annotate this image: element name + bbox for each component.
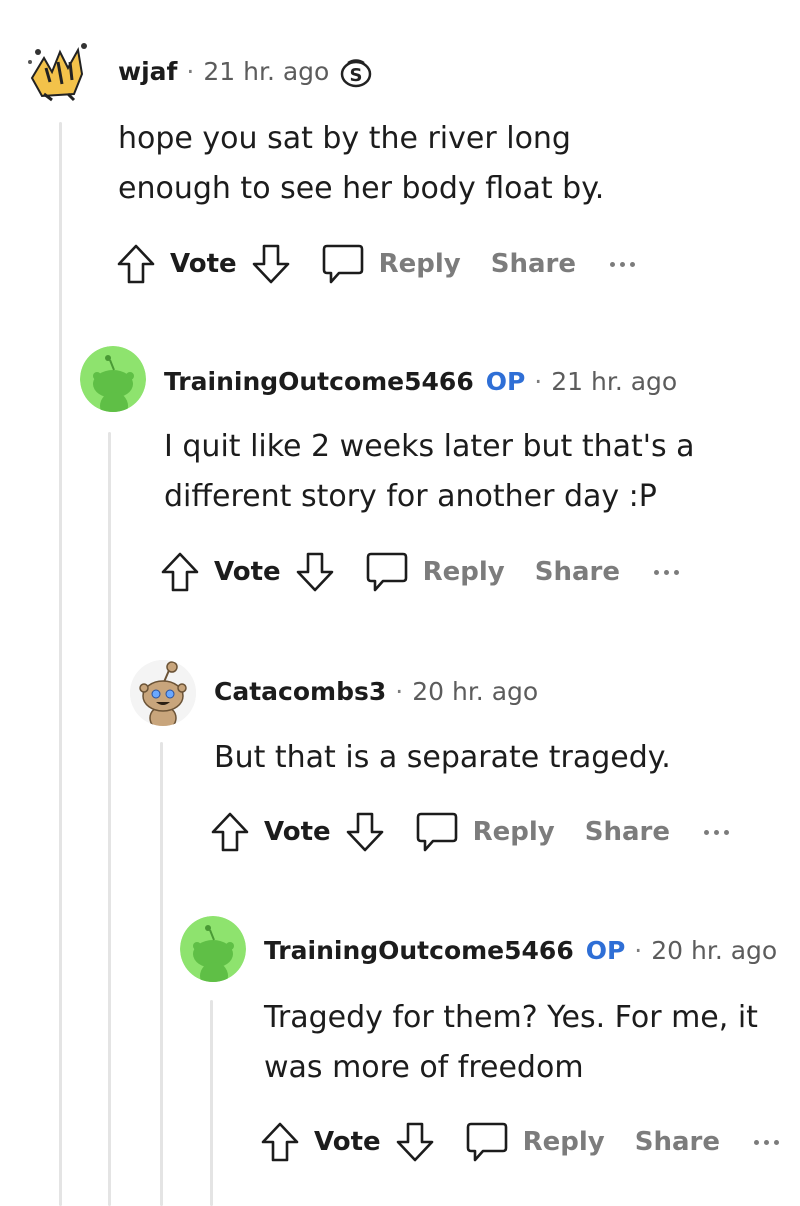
cartoon-tiger-avatar-icon <box>28 43 87 102</box>
timestamp[interactable]: 21 hr. ago <box>551 365 677 399</box>
username[interactable]: TrainingOutcome5466 <box>164 365 474 399</box>
more-options-icon[interactable] <box>610 261 636 267</box>
comment-actions: Vote Reply Share <box>116 242 636 286</box>
avatar[interactable] <box>130 660 196 726</box>
avatar[interactable] <box>80 346 146 412</box>
share-button[interactable]: Share <box>585 817 670 847</box>
share-button[interactable]: Share <box>491 249 576 279</box>
thread-line-level-1[interactable] <box>108 432 111 1206</box>
comment-meta: TrainingOutcome5466 OP · 21 hr. ago <box>164 365 677 399</box>
thread-line-level-2[interactable] <box>160 742 163 1206</box>
vote-count: Vote <box>314 1127 381 1157</box>
separator-dot: · <box>534 367 543 396</box>
separator-dot: · <box>634 936 643 965</box>
comment-meta: wjaf · 21 hr. ago S <box>118 55 373 89</box>
more-options-icon[interactable] <box>754 1139 780 1145</box>
upvote-arrow-icon[interactable] <box>260 1121 300 1163</box>
thread-line-level-0[interactable] <box>59 122 62 1206</box>
vote-count: Vote <box>264 817 331 847</box>
snoo-green-avatar-icon <box>80 346 146 412</box>
speech-bubble-icon <box>365 550 409 594</box>
upvote-arrow-icon[interactable] <box>160 551 200 593</box>
op-badge: OP <box>585 936 626 965</box>
upvote-arrow-icon[interactable] <box>116 243 156 285</box>
reply-button[interactable]: Reply <box>321 242 461 286</box>
comment-body: Tragedy for them? Yes. For me, it was mo… <box>264 1000 758 1085</box>
snoo-green-avatar-icon <box>180 916 246 982</box>
more-options-icon[interactable] <box>654 569 680 575</box>
comment-body: I quit like 2 weeks later but that's a d… <box>164 429 695 514</box>
speech-bubble-icon <box>321 242 365 286</box>
share-button[interactable]: Share <box>535 557 620 587</box>
downvote-arrow-icon[interactable] <box>395 1121 435 1163</box>
comment-body: hope you sat by the river long enough to… <box>118 121 605 206</box>
reply-label: Reply <box>378 249 461 279</box>
comment-body: But that is a separate tragedy. <box>214 740 671 775</box>
snoo-brown-avatar-icon <box>130 660 196 726</box>
comment-meta: TrainingOutcome5466 OP · 20 hr. ago <box>264 934 777 968</box>
thread-line-level-3[interactable] <box>210 1000 213 1206</box>
vote-count: Vote <box>170 249 237 279</box>
comment-actions: Vote Reply Share <box>160 550 680 594</box>
reply-button[interactable]: Reply <box>365 550 505 594</box>
more-options-icon[interactable] <box>704 829 730 835</box>
op-badge: OP <box>485 367 526 396</box>
timestamp[interactable]: 20 hr. ago <box>412 675 538 709</box>
speech-bubble-icon <box>415 810 459 854</box>
username[interactable]: wjaf <box>118 55 177 89</box>
avatar[interactable] <box>180 916 246 982</box>
reply-label: Reply <box>472 817 555 847</box>
reply-button[interactable]: Reply <box>415 810 555 854</box>
upvote-arrow-icon[interactable] <box>210 811 250 853</box>
comment-actions: Vote Reply Share <box>210 810 730 854</box>
separator-dot: · <box>395 677 404 706</box>
comment-meta: Catacombs3 · 20 hr. ago <box>214 675 538 709</box>
snoo-s-badge-icon: S <box>339 55 373 89</box>
reply-label: Reply <box>422 557 505 587</box>
downvote-arrow-icon[interactable] <box>295 551 335 593</box>
comment-thread: wjaf · 21 hr. ago S hope you sat by the … <box>0 0 800 1206</box>
separator-dot: · <box>186 57 195 86</box>
share-button[interactable]: Share <box>635 1127 720 1157</box>
timestamp[interactable]: 21 hr. ago <box>203 55 329 89</box>
vote-count: Vote <box>214 557 281 587</box>
comment-actions: Vote Reply Share <box>260 1120 780 1164</box>
timestamp[interactable]: 20 hr. ago <box>651 934 777 968</box>
svg-text:S: S <box>350 65 363 86</box>
username[interactable]: Catacombs3 <box>214 675 386 709</box>
reply-button[interactable]: Reply <box>465 1120 605 1164</box>
reply-label: Reply <box>522 1127 605 1157</box>
speech-bubble-icon <box>465 1120 509 1164</box>
username[interactable]: TrainingOutcome5466 <box>264 934 574 968</box>
downvote-arrow-icon[interactable] <box>345 811 385 853</box>
avatar[interactable] <box>22 38 94 102</box>
downvote-arrow-icon[interactable] <box>251 243 291 285</box>
